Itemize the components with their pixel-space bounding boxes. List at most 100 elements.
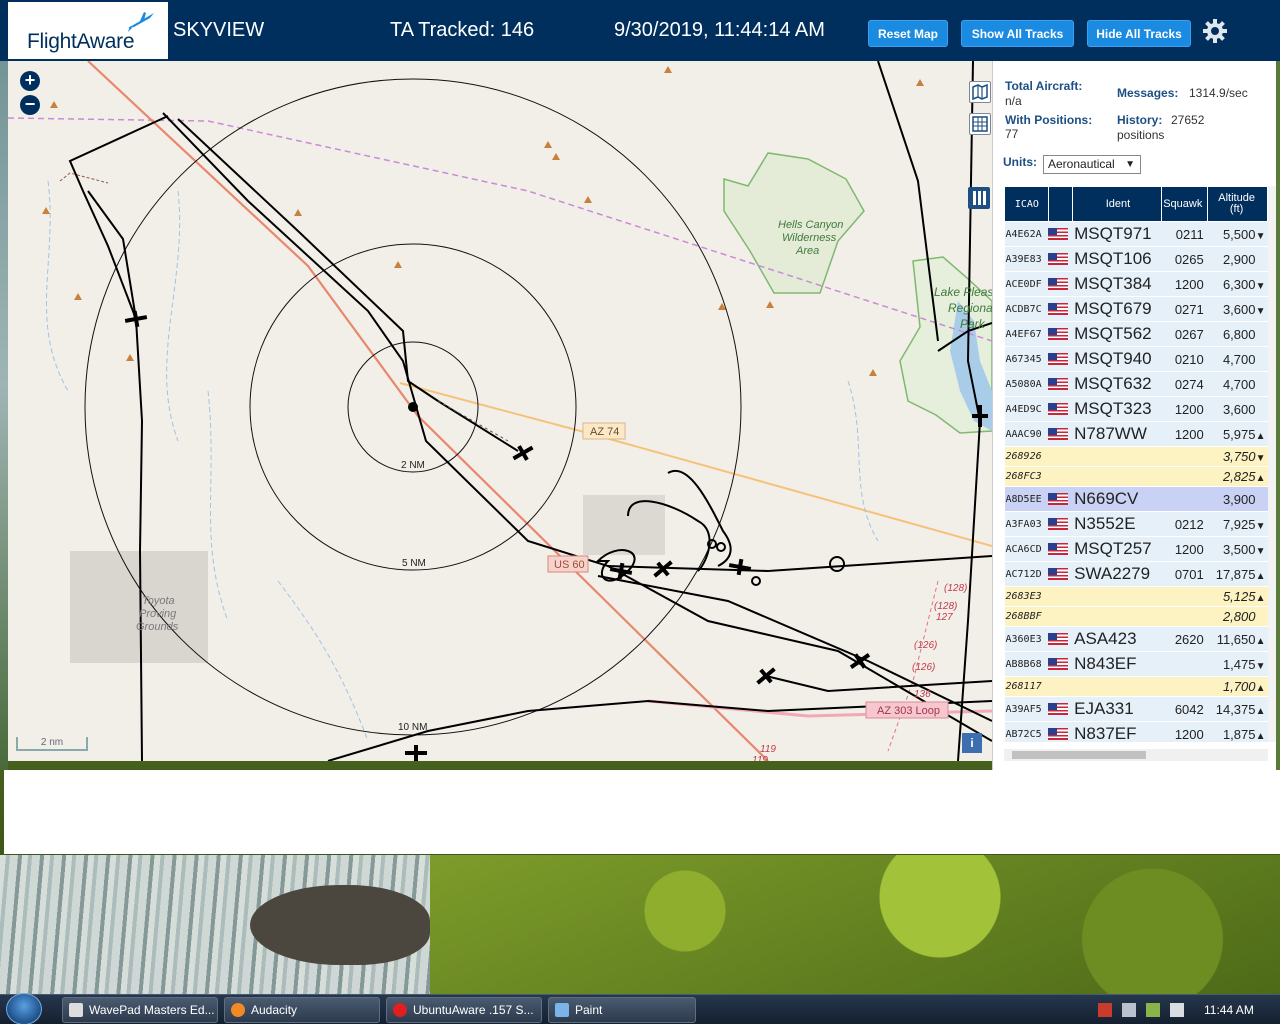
show-all-tracks-button[interactable]: Show All Tracks: [961, 20, 1074, 47]
altitude-value: 1,700: [1222, 679, 1256, 694]
table-row[interactable]: 268926 3,750▼: [1004, 446, 1268, 467]
cell-altitude: 3,900: [1207, 486, 1268, 512]
us-flag-icon: [1048, 353, 1069, 366]
column-toggle-button[interactable]: [968, 187, 990, 209]
altitude-value: 5,125: [1222, 589, 1256, 604]
tray-app-icon[interactable]: [1146, 1003, 1160, 1017]
reset-map-button[interactable]: Reset Map: [868, 20, 948, 47]
taskbar: WavePad Masters Ed... Audacity UbuntuAwa…: [0, 993, 1280, 1024]
taskbar-clock[interactable]: 11:44 AM: [1204, 1003, 1254, 1017]
horizontal-scrollbar[interactable]: [1004, 749, 1268, 761]
column-header-altitude[interactable]: Altitude (ft): [1207, 186, 1268, 222]
table-row[interactable]: 268BBF 2,800: [1004, 606, 1268, 627]
route-label: 119: [752, 755, 768, 761]
vertical-scrollbar[interactable]: [1268, 186, 1276, 742]
info-button[interactable]: i: [962, 733, 982, 753]
zoom-in-button[interactable]: +: [20, 71, 40, 91]
column-header-icao[interactable]: ICAO: [1004, 186, 1049, 222]
app-title: SKYVIEW: [173, 19, 265, 41]
table-row[interactable]: A4E62A MSQT971 0211 5,500▼: [1004, 221, 1268, 247]
hells-canyon-label-3: Area: [795, 245, 819, 257]
us-flag-icon: [1048, 568, 1069, 581]
table-row[interactable]: A67345 MSQT940 0210 4,700: [1004, 346, 1268, 372]
lake-pleasant-label-3: Park: [960, 317, 986, 331]
taskbar-item-browser[interactable]: UbuntuAware .157 S...: [386, 997, 542, 1023]
table-row[interactable]: A3FA03 N3552E 0212 7,925▼: [1004, 511, 1268, 537]
volume-icon[interactable]: [1170, 1003, 1184, 1017]
descending-arrow-icon: ▼: [1255, 520, 1266, 532]
columns-icon: [973, 191, 986, 205]
cell-squawk: 1200: [1161, 721, 1208, 742]
gear-icon[interactable]: [1202, 18, 1228, 44]
table-row[interactable]: ACA6CD MSQT257 1200 3,500▼: [1004, 536, 1268, 562]
az74-label: AZ 74: [590, 426, 619, 438]
table-row[interactable]: A39AF5 EJA331 6042 14,375▲: [1004, 696, 1268, 722]
cell-squawk: 0267: [1161, 321, 1208, 347]
cell-flag: [1048, 221, 1073, 247]
descending-arrow-icon: ▼: [1255, 305, 1266, 317]
table-row[interactable]: ACE0DF MSQT384 1200 6,300▼: [1004, 271, 1268, 297]
tray-network-icon[interactable]: [1122, 1003, 1136, 1017]
table-row[interactable]: A4EF67 MSQT562 0267 6,800: [1004, 321, 1268, 347]
cell-flag: [1048, 396, 1073, 422]
hide-all-tracks-button[interactable]: Hide All Tracks: [1087, 20, 1191, 47]
column-header-ident[interactable]: Ident: [1071, 186, 1163, 222]
table-row[interactable]: AB8B68 N843EF 1,475▼: [1004, 651, 1268, 677]
start-button[interactable]: [6, 993, 42, 1024]
cell-flag: [1048, 561, 1073, 587]
cell-flag: [1048, 421, 1073, 447]
cell-altitude: 6,800: [1207, 321, 1268, 347]
table-row[interactable]: A39E83 MSQT106 0265 2,900: [1004, 246, 1268, 272]
table-row[interactable]: 268117 1,700▲: [1004, 676, 1268, 697]
urban-block: [583, 495, 665, 555]
hells-canyon-label-2: Wilderness: [782, 232, 837, 244]
table-row[interactable]: A8D5EE N669CV 3,900: [1004, 486, 1268, 512]
table-row[interactable]: AC712D SWA2279 0701 17,875▲: [1004, 561, 1268, 587]
taskbar-item-paint[interactable]: Paint: [548, 997, 696, 1023]
taskbar-item-label: WavePad Masters Ed...: [89, 1003, 215, 1017]
cell-flag: [1048, 371, 1073, 397]
altitude-value: 5,975: [1222, 426, 1256, 442]
cell-flag: [1048, 296, 1073, 322]
table-row[interactable]: A4ED9C MSQT323 1200 3,600: [1004, 396, 1268, 422]
cell-flag: [1048, 721, 1073, 742]
table-row[interactable]: A360E3 ASA423 2620 11,650▲: [1004, 626, 1268, 652]
table-row[interactable]: AB72C5 N837EF 1200 1,875▲: [1004, 721, 1268, 742]
altitude-value: 14,375: [1215, 701, 1256, 717]
cell-icao: 268926: [1004, 446, 1049, 467]
scrollbar-thumb[interactable]: [1012, 751, 1146, 759]
cell-squawk: 0210: [1161, 346, 1208, 372]
column-header-flag[interactable]: [1047, 186, 1073, 222]
toyota-label-3: Grounds: [136, 621, 179, 633]
cell-ident: SWA2279: [1072, 561, 1162, 587]
route-label: (126): [912, 662, 935, 673]
aircraft-panel: Total Aircraft: n/a With Positions: 77 M…: [992, 61, 1276, 770]
table-row[interactable]: A5080A MSQT632 0274 4,700: [1004, 371, 1268, 397]
aircraft-table-container[interactable]: ICAO Ident Squawk Altitude (ft) A4E62A MS…: [1004, 186, 1268, 742]
cell-ident: N843EF: [1072, 651, 1162, 677]
column-header-squawk[interactable]: Squawk: [1161, 186, 1209, 222]
taskbar-item-wavepad[interactable]: WavePad Masters Ed...: [62, 997, 218, 1023]
logo-plane-icon: [128, 12, 154, 32]
table-row[interactable]: AAAC90 N787WW 1200 5,975▲: [1004, 421, 1268, 447]
zoom-out-button[interactable]: −: [20, 95, 40, 115]
units-select[interactable]: Aeronautical ▼: [1043, 155, 1141, 174]
table-row[interactable]: 2683E3 5,125▲: [1004, 586, 1268, 607]
climbing-arrow-icon: ▲: [1255, 593, 1266, 604]
altitude-value: 11,650: [1216, 631, 1256, 647]
map-layers-button[interactable]: [969, 81, 991, 103]
with-positions-value: 77: [1005, 127, 1019, 141]
cell-flag: [1048, 651, 1073, 677]
cell-icao: A67345: [1004, 346, 1049, 372]
table-row[interactable]: 268FC3 2,825▲: [1004, 466, 1268, 487]
tray-audio-device-icon[interactable]: [1098, 1003, 1112, 1017]
map-view[interactable]: 2 NM 5 NM 10 NM AZ 74 US 60 AZ 303 Loop …: [8, 61, 992, 761]
flightaware-logo[interactable]: FlightAware: [8, 2, 168, 59]
map-canvas[interactable]: 2 NM 5 NM 10 NM AZ 74 US 60 AZ 303 Loop …: [8, 61, 992, 761]
az303-label: AZ 303 Loop: [877, 705, 940, 717]
altitude-value: 4,700: [1222, 351, 1256, 367]
table-row[interactable]: ACDB7C MSQT679 0271 3,600▼: [1004, 296, 1268, 322]
taskbar-item-audacity[interactable]: Audacity: [224, 997, 380, 1023]
cell-icao: AB8B68: [1004, 651, 1049, 677]
map-grid-button[interactable]: [969, 113, 991, 135]
